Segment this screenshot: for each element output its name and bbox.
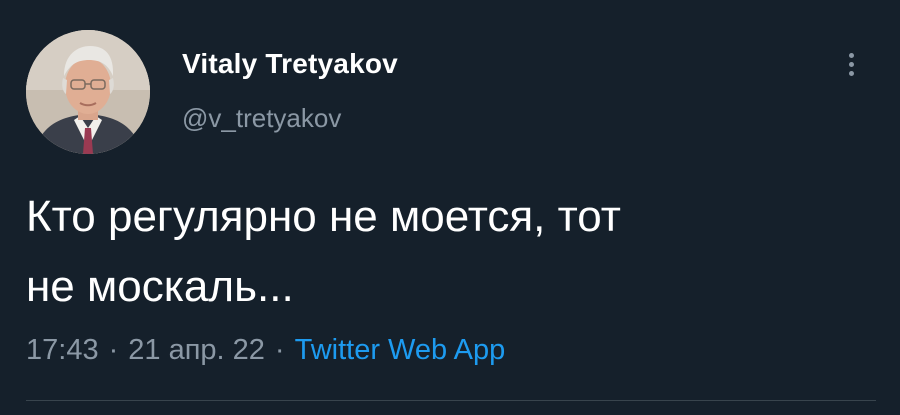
- tweet-meta: 17:43 · 21 апр. 22 · Twitter Web App: [26, 334, 505, 367]
- tweet-card: Vitaly Tretyakov @v_tretyakov Кто регуля…: [0, 0, 900, 415]
- avatar-photo: [26, 30, 150, 154]
- tweet-text-line: Кто регулярно не моется, тот: [26, 192, 621, 241]
- more-dot: [849, 53, 854, 58]
- author-handle[interactable]: @v_tretyakov: [182, 103, 341, 134]
- more-vertical-icon[interactable]: [838, 50, 866, 80]
- tweet-text: Кто регулярно не моется, тот не москаль.…: [26, 182, 876, 322]
- meta-separator: ·: [108, 334, 119, 366]
- author-display-name[interactable]: Vitaly Tretyakov: [182, 48, 398, 80]
- meta-separator: ·: [274, 334, 285, 366]
- divider: [26, 400, 876, 401]
- more-dot: [849, 71, 854, 76]
- tweet-text-line: не москаль...: [26, 262, 294, 311]
- tweet-date[interactable]: 21 апр. 22: [128, 334, 265, 366]
- tweet-source-link[interactable]: Twitter Web App: [295, 334, 506, 366]
- avatar[interactable]: [26, 30, 150, 154]
- more-dot: [849, 62, 854, 67]
- tweet-time[interactable]: 17:43: [26, 334, 99, 366]
